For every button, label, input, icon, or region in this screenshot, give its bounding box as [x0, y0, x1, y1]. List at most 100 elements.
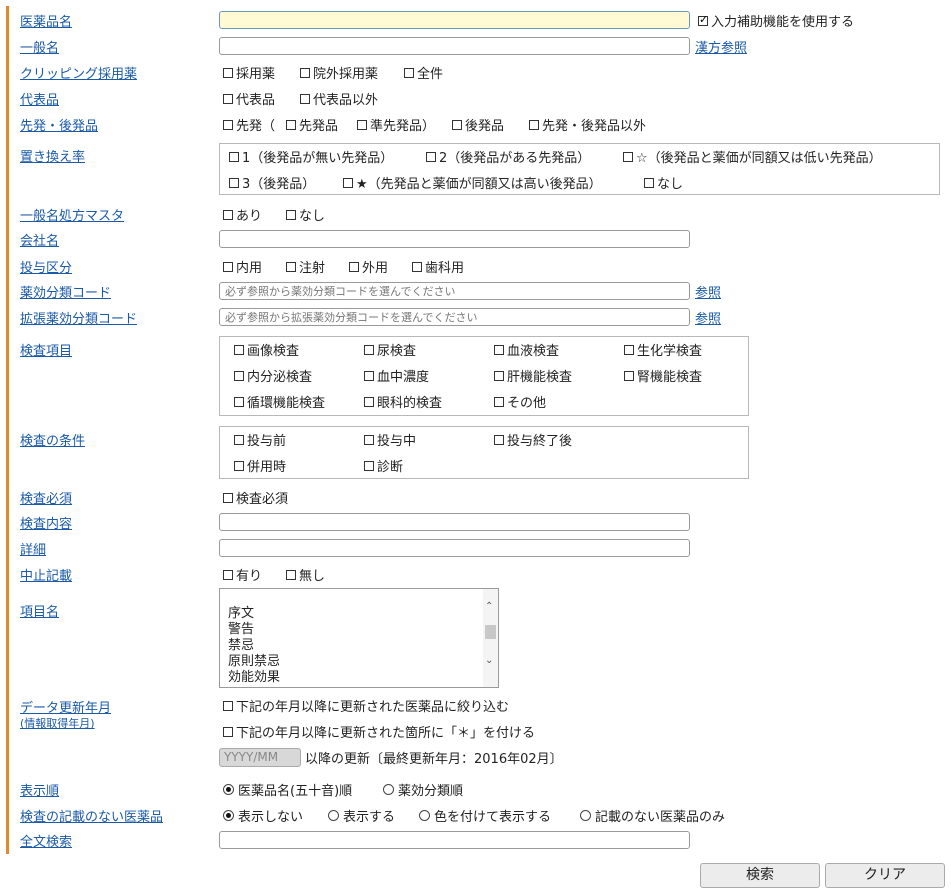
admin-option[interactable]: 注射: [286, 257, 325, 276]
checkbox-icon: [364, 460, 374, 471]
test-condition-option[interactable]: 投与終了後: [494, 430, 572, 449]
test-item-option[interactable]: 循環機能検査: [234, 392, 325, 411]
clipping-option[interactable]: 採用薬: [223, 63, 275, 82]
efficacy-ref-link[interactable]: 参照: [695, 282, 721, 301]
test-required-checkbox[interactable]: 検査必須: [223, 488, 288, 507]
clipping-option[interactable]: 院外採用薬: [300, 63, 378, 82]
test-item-option[interactable]: 血液検査: [494, 340, 559, 359]
replacement-option[interactable]: なし: [644, 173, 683, 192]
kampo-ref-link[interactable]: 漢方参照: [695, 37, 747, 56]
item-name-listbox[interactable]: 序文 警告 禁忌 原則禁忌 効能効果 ⌃ ⌄: [219, 588, 499, 688]
details-input[interactable]: [219, 539, 690, 557]
test-item-option[interactable]: 血中濃度: [364, 366, 429, 385]
test-item-option[interactable]: 肝機能検査: [494, 366, 572, 385]
sort-option[interactable]: 医薬品名(五十音)順: [223, 780, 352, 799]
label-discontinued[interactable]: 中止記載: [20, 565, 72, 584]
label-drug-name[interactable]: 医薬品名: [20, 11, 72, 30]
label-efficacy-code[interactable]: 薬効分類コード: [20, 282, 111, 301]
label-test-required[interactable]: 検査必須: [20, 488, 72, 507]
label-clipping[interactable]: クリッピング採用薬: [20, 63, 137, 82]
test-item-option[interactable]: 尿検査: [364, 340, 416, 359]
scroll-down-icon[interactable]: ⌄: [485, 655, 493, 666]
representative-option[interactable]: 代表品: [223, 89, 275, 108]
label-test-items[interactable]: 検査項目: [20, 340, 72, 359]
clear-button[interactable]: クリア: [825, 863, 945, 888]
replacement-option[interactable]: 2（後発品がある先発品）: [426, 147, 590, 166]
test-condition-option[interactable]: 併用時: [234, 456, 286, 475]
label-test-conditions[interactable]: 検査の条件: [20, 430, 85, 449]
label-sort-order[interactable]: 表示順: [20, 780, 59, 799]
drug-name-input[interactable]: [219, 11, 690, 29]
list-item[interactable]: 禁忌: [220, 638, 498, 654]
scroll-up-icon[interactable]: ⌃: [485, 601, 493, 612]
admin-option[interactable]: 歯科用: [412, 257, 464, 276]
replacement-option[interactable]: ★（先発品と薬価が同額又は高い後発品）: [343, 173, 602, 192]
replacement-option[interactable]: ☆（後発品と薬価が同額又は低い先発品）: [623, 147, 882, 166]
brand-generic-option[interactable]: 先発品: [286, 115, 338, 134]
list-item[interactable]: 序文: [220, 606, 498, 622]
test-item-option[interactable]: 眼科的検査: [364, 392, 442, 411]
label-generic-rx-master[interactable]: 一般名処方マスタ: [20, 205, 124, 224]
generic-rx-option[interactable]: なし: [286, 205, 325, 224]
label-replacement-rate[interactable]: 置き換え率: [20, 146, 85, 165]
label-company[interactable]: 会社名: [20, 230, 59, 249]
test-item-option[interactable]: 画像検査: [234, 340, 299, 359]
generic-rx-option[interactable]: あり: [223, 205, 262, 224]
update-filter-checkbox[interactable]: 下記の年月以降に更新された医薬品に絞り込む: [223, 696, 509, 715]
test-condition-option[interactable]: 診断: [364, 456, 403, 475]
ext-efficacy-ref-link[interactable]: 参照: [695, 308, 721, 327]
brand-generic-option[interactable]: 後発品: [452, 115, 504, 134]
test-item-option[interactable]: 内分泌検査: [234, 366, 312, 385]
checkbox-icon: [229, 177, 239, 188]
label-details[interactable]: 詳細: [20, 539, 46, 558]
no-test-option[interactable]: 色を付けて表示する: [419, 806, 551, 825]
label-item-name[interactable]: 項目名: [20, 601, 59, 620]
label-test-content[interactable]: 検査内容: [20, 513, 72, 532]
test-content-input[interactable]: [219, 513, 690, 531]
replacement-option[interactable]: 1（後発品が無い先発品）: [229, 147, 393, 166]
update-date-input[interactable]: YYYY/MM: [219, 748, 301, 767]
admin-option[interactable]: 内用: [223, 257, 262, 276]
input-assist-checkbox[interactable]: 入力補助機能を使用する: [698, 11, 854, 30]
label-no-test-drugs[interactable]: 検査の記載のない医薬品: [20, 806, 163, 825]
admin-option[interactable]: 外用: [349, 257, 388, 276]
brand-generic-option[interactable]: 先発・後発品以外: [529, 115, 646, 134]
label-admin-category[interactable]: 投与区分: [20, 257, 72, 276]
search-button[interactable]: 検索: [700, 863, 820, 888]
test-condition-option[interactable]: 投与前: [234, 430, 286, 449]
test-condition-option[interactable]: 投与中: [364, 430, 416, 449]
sort-option[interactable]: 薬効分類順: [383, 780, 463, 799]
label-generic-name[interactable]: 一般名: [20, 37, 59, 56]
test-item-option[interactable]: その他: [494, 392, 546, 411]
generic-name-input[interactable]: [219, 37, 690, 55]
option-label: その他: [507, 396, 547, 411]
label-fulltext[interactable]: 全文検索: [20, 831, 72, 850]
no-test-option[interactable]: 記載のない医薬品のみ: [580, 806, 725, 825]
replacement-option[interactable]: 3（後発品）: [229, 173, 315, 192]
clipping-option[interactable]: 全件: [404, 63, 443, 82]
no-test-option[interactable]: 表示する: [328, 806, 395, 825]
list-item[interactable]: 効能効果: [220, 670, 498, 686]
label-brand-generic[interactable]: 先発・後発品: [20, 115, 98, 134]
discontinued-option[interactable]: 有り: [223, 565, 262, 584]
no-test-option[interactable]: 表示しない: [223, 806, 303, 825]
scrollbar-thumb[interactable]: [485, 625, 496, 639]
ext-efficacy-code-input[interactable]: [219, 308, 690, 326]
test-item-option[interactable]: 生化学検査: [624, 340, 702, 359]
brand-generic-option[interactable]: 準先発品）: [357, 115, 435, 134]
fulltext-input[interactable]: [219, 831, 690, 849]
list-item[interactable]: 原則禁忌: [220, 654, 498, 670]
representative-option[interactable]: 代表品以外: [300, 89, 378, 108]
listbox-scrollbar[interactable]: ⌃ ⌄: [483, 589, 498, 687]
label-ext-efficacy-code[interactable]: 拡張薬効分類コード: [20, 308, 137, 327]
list-item[interactable]: [220, 590, 498, 606]
company-input[interactable]: [219, 230, 690, 248]
label-representative[interactable]: 代表品: [20, 89, 59, 108]
brand-generic-option[interactable]: 先発（: [223, 115, 275, 134]
list-item[interactable]: 警告: [220, 622, 498, 638]
label-data-update[interactable]: データ更新年月: [20, 697, 111, 716]
efficacy-code-input[interactable]: [219, 282, 690, 300]
discontinued-option[interactable]: 無し: [286, 565, 325, 584]
test-item-option[interactable]: 腎機能検査: [624, 366, 702, 385]
update-mark-checkbox[interactable]: 下記の年月以降に更新された箇所に「＊」を付ける: [223, 722, 535, 741]
